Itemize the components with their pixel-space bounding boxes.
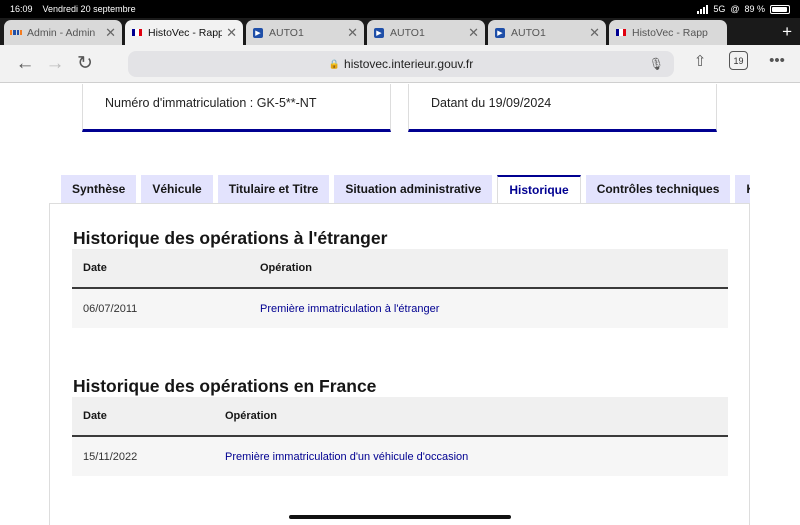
close-icon[interactable]: ✕ xyxy=(468,25,479,41)
back-icon[interactable]: ← xyxy=(10,53,40,75)
battery-label: 89 % xyxy=(744,4,765,14)
report-date: Datant du 19/09/2024 xyxy=(431,96,552,110)
browser-tab-active[interactable]: HistoVec - Rapp ✕ xyxy=(125,20,243,45)
browser-tab[interactable]: Admin - Admin ✕ xyxy=(4,20,122,45)
french-flag-icon xyxy=(615,27,627,39)
france-history-title: Historique des opérations en France xyxy=(73,376,377,396)
home-indicator[interactable] xyxy=(289,515,511,519)
status-date: Vendredi 20 septembre xyxy=(42,4,136,14)
column-header-date: Date xyxy=(83,262,107,274)
address-bar[interactable]: 🔒 histovec.interieur.gouv.fr 🎙 xyxy=(128,51,674,77)
french-flag-icon xyxy=(131,27,143,39)
auto1-icon: ▶ xyxy=(373,27,385,39)
close-icon[interactable]: ✕ xyxy=(226,25,237,41)
auto1-icon: ▶ xyxy=(252,27,264,39)
tab-controles-techniques[interactable]: Contrôles techniques xyxy=(585,175,731,203)
browser-tab-strip: Admin - Admin ✕ HistoVec - Rapp ✕ ▶ AUTO… xyxy=(0,18,800,45)
table-row: 15/11/2022 Première immatriculation d'un… xyxy=(72,437,728,476)
tab-situation-administrative[interactable]: Situation administrative xyxy=(334,175,493,203)
browser-tab[interactable]: ▶ AUTO1 ✕ xyxy=(367,20,485,45)
column-header-operation: Opération xyxy=(225,410,277,422)
column-header-operation: Opération xyxy=(260,262,312,274)
location-icon: @ xyxy=(730,4,740,14)
share-icon[interactable]: ⇧ xyxy=(689,52,711,70)
more-icon[interactable]: ••• xyxy=(766,52,788,69)
browser-tab[interactable]: HistoVec - Rapp xyxy=(609,20,727,45)
browser-tab-title: HistoVec - Rapp xyxy=(148,26,223,39)
close-icon[interactable]: ✕ xyxy=(347,25,358,41)
registration-number: Numéro d'immatriculation : GK-5**-NT xyxy=(105,96,317,110)
row-date: 06/07/2011 xyxy=(83,302,138,315)
report-date-card: Datant du 19/09/2024 xyxy=(408,84,717,132)
foreign-history-table: Date Opération 06/07/2011 Première immat… xyxy=(72,249,728,328)
table-row: 06/07/2011 Première immatriculation à l'… xyxy=(72,289,728,328)
tab-titulaire[interactable]: Titulaire et Titre xyxy=(217,175,330,203)
browser-tab-title: AUTO1 xyxy=(269,26,304,39)
battery-icon xyxy=(770,4,790,14)
column-header-date: Date xyxy=(83,410,107,422)
row-operation: Première immatriculation à l'étranger xyxy=(260,302,440,315)
browser-tab-title: HistoVec - Rapp xyxy=(632,26,708,39)
france-history-table: Date Opération 15/11/2022 Première immat… xyxy=(72,397,728,476)
status-bar: 16:09 Vendredi 20 septembre 5G @ 89 % xyxy=(0,0,800,18)
tab-overview-button[interactable]: 19 xyxy=(729,51,748,70)
close-icon[interactable]: ✕ xyxy=(589,25,600,41)
reload-icon[interactable]: ↻ xyxy=(70,52,100,75)
lock-icon: 🔒 xyxy=(328,58,341,69)
browser-toolbar: ← → ↻ 🔒 histovec.interieur.gouv.fr 🎙 ⇧ 1… xyxy=(0,45,800,83)
tab-synthese[interactable]: Synthèse xyxy=(61,175,137,203)
auto1-icon: ▶ xyxy=(494,27,506,39)
close-icon[interactable]: ✕ xyxy=(105,25,116,41)
table-header: Date Opération xyxy=(72,249,728,289)
registration-card: Numéro d'immatriculation : GK-5**-NT xyxy=(82,84,391,132)
tab-historique[interactable]: Historique xyxy=(497,175,581,203)
browser-tab-title: AUTO1 xyxy=(511,26,546,39)
page-content: Numéro d'immatriculation : GK-5**-NT Dat… xyxy=(0,84,800,525)
foreign-history-title: Historique des opérations à l'étranger xyxy=(73,228,388,248)
browser-tab-title: AUTO1 xyxy=(390,26,425,39)
row-operation: Première immatriculation d'un véhicule d… xyxy=(225,450,469,463)
report-tabs: Synthèse Véhicule Titulaire et Titre Sit… xyxy=(61,175,750,203)
browser-tab[interactable]: ▶ AUTO1 ✕ xyxy=(488,20,606,45)
new-tab-icon[interactable]: + xyxy=(782,22,792,42)
table-header: Date Opération xyxy=(72,397,728,437)
tab-vehicule[interactable]: Véhicule xyxy=(141,175,213,203)
microphone-icon[interactable]: 🎙 xyxy=(649,57,664,71)
network-label: 5G xyxy=(713,4,726,14)
browser-tab[interactable]: ▶ AUTO1 ✕ xyxy=(246,20,364,45)
row-date: 15/11/2022 xyxy=(83,450,138,463)
tab-kilometrage[interactable]: Kilo xyxy=(735,175,750,203)
admin-grid-icon xyxy=(10,27,22,39)
url-text: histovec.interieur.gouv.fr xyxy=(344,57,474,71)
signal-icon xyxy=(697,4,709,14)
forward-icon[interactable]: → xyxy=(40,53,70,75)
browser-tab-title: Admin - Admin xyxy=(27,26,96,39)
status-time: 16:09 xyxy=(10,4,33,14)
